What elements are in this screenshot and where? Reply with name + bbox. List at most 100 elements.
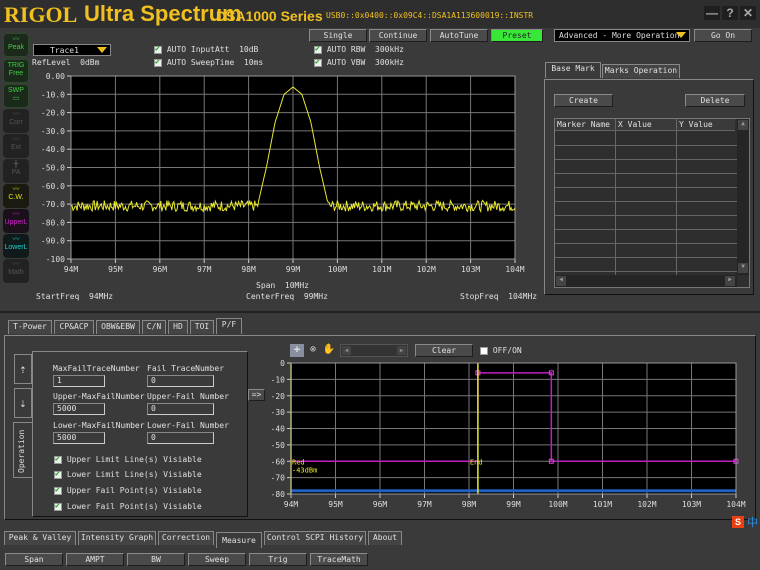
- auto-sweeptime[interactable]: AUTO SweepTime 10ms: [154, 57, 263, 67]
- scroll-left-icon[interactable]: ◀: [342, 346, 351, 355]
- continue-button[interactable]: Continue: [369, 29, 427, 42]
- button-ampt[interactable]: AMPT: [66, 553, 124, 566]
- tab-base-mark[interactable]: Base Mark: [545, 62, 601, 78]
- y-tick-label: 0.00: [46, 72, 65, 81]
- button-span[interactable]: Span: [5, 553, 63, 566]
- bottom-tab-intensity-graph[interactable]: Intensity Graph: [78, 531, 156, 545]
- marker-table[interactable]: Marker Name X Value Y Value ▲ ▼ ◀ ▶: [554, 118, 750, 288]
- y-tick-label: -10.0: [41, 90, 65, 99]
- vertical-scrollbar[interactable]: ▲ ▼: [737, 119, 749, 275]
- advanced-dropdown[interactable]: Advanced - More Operation: [554, 29, 690, 42]
- horizontal-scrollbar[interactable]: ◀ ▶: [555, 275, 737, 287]
- lower-fail-checkbox[interactable]: [54, 501, 62, 511]
- tab-obw-ebw[interactable]: OBW&EBW: [96, 320, 140, 334]
- ime-icon[interactable]: S: [732, 516, 744, 528]
- off-on-toggle[interactable]: OFF/ON: [480, 346, 522, 355]
- bottom-tab-correction[interactable]: Correction: [158, 531, 214, 545]
- fail-trace-field: 0: [147, 375, 214, 387]
- autotune-button[interactable]: AutoTune: [430, 29, 488, 42]
- table-row-divider: [555, 187, 737, 188]
- tab-operation[interactable]: Operation: [13, 422, 33, 478]
- close-button[interactable]: ✕: [740, 6, 756, 20]
- peak-icon[interactable]: 〰 Peak: [3, 33, 29, 57]
- scroll-right-icon[interactable]: ▶: [397, 346, 406, 355]
- auto-vbw-checkbox[interactable]: [314, 57, 322, 67]
- y-tick-label: -40.0: [41, 145, 65, 154]
- col-y-value[interactable]: Y Value: [679, 120, 713, 129]
- lower-limit-visible[interactable]: Lower Limit Line(s) Visiable: [54, 469, 202, 479]
- lower-limit-checkbox[interactable]: [54, 469, 62, 479]
- y-tick-label: -80.0: [41, 218, 65, 227]
- upper-max-fail-field[interactable]: 5000: [53, 403, 105, 415]
- center-freq-readout: CenterFreq 99MHz: [246, 292, 328, 301]
- preset-button[interactable]: Preset: [491, 29, 543, 42]
- tab-t-power[interactable]: T-Power: [8, 320, 52, 334]
- help-button[interactable]: ?: [722, 6, 738, 20]
- x-tick-label: 104M: [726, 500, 745, 509]
- col-marker-name[interactable]: Marker Name: [557, 120, 610, 129]
- delete-button[interactable]: Delete: [685, 94, 745, 107]
- max-fail-trace-label: MaxFailTraceNumber: [53, 364, 140, 373]
- create-button[interactable]: Create: [554, 94, 613, 107]
- tab-c-n[interactable]: C/N: [142, 320, 166, 334]
- upper-fail-checkbox[interactable]: [54, 485, 62, 495]
- trace-select[interactable]: Trace1: [33, 44, 111, 56]
- x-tick-label: 97M: [417, 500, 432, 509]
- crosshair-tool-icon[interactable]: ✛: [290, 344, 304, 357]
- scroll-right-icon[interactable]: ▶: [725, 276, 735, 286]
- ime-lang-icon[interactable]: 中: [747, 514, 758, 530]
- auto-sweeptime-checkbox[interactable]: [154, 57, 162, 67]
- bottom-tab-peak-valley[interactable]: Peak & Valley: [4, 531, 76, 545]
- lower-fail-visible[interactable]: Lower Fail Point(s) Visiable: [54, 501, 202, 511]
- cursor-scroll[interactable]: ◀ ▶: [340, 344, 408, 357]
- move-down-button[interactable]: ⇣: [14, 388, 32, 418]
- move-up-button[interactable]: ⇡: [14, 354, 32, 384]
- minimize-button[interactable]: —: [704, 6, 720, 20]
- lower-max-fail-field[interactable]: 5000: [53, 432, 105, 444]
- auto-vbw[interactable]: AUTO VBW 300kHz: [314, 57, 404, 67]
- x-tick-label: 102M: [637, 500, 656, 509]
- scroll-up-icon[interactable]: ▲: [738, 120, 748, 130]
- col-x-value[interactable]: X Value: [618, 120, 652, 129]
- off-on-checkbox[interactable]: [480, 346, 488, 355]
- bottom-tab-measure[interactable]: Measure: [216, 532, 262, 548]
- spectrum-chart[interactable]: 0.00 -10.0 -20.0 -30.0 -40.0 -50.0 -60.0 -70.0 -…: [0, 68, 540, 278]
- auto-rbw[interactable]: AUTO RBW 300kHz: [314, 44, 404, 54]
- single-button[interactable]: Single: [309, 29, 367, 42]
- tab-hd[interactable]: HD: [168, 320, 188, 334]
- marker-end-label: End: [470, 458, 483, 466]
- upper-limit-checkbox[interactable]: [54, 454, 62, 464]
- auto-inputatt-checkbox[interactable]: [154, 44, 162, 54]
- chevron-down-icon: [97, 47, 107, 53]
- bottom-tab-about[interactable]: About: [368, 531, 402, 545]
- button-bw[interactable]: BW: [127, 553, 185, 566]
- y-tick-label: -70.0: [41, 200, 65, 209]
- max-fail-trace-field[interactable]: 1: [53, 375, 105, 387]
- marker-table-header: Marker Name X Value Y Value: [555, 119, 735, 131]
- button-tracemath[interactable]: TraceMath: [310, 553, 368, 566]
- table-row-divider: [555, 215, 737, 216]
- zoom-tool-icon[interactable]: ⊗: [306, 344, 320, 357]
- scroll-down-icon[interactable]: ▼: [738, 263, 748, 273]
- button-sweep[interactable]: Sweep: [188, 553, 246, 566]
- x-tick-label: 94M: [284, 500, 299, 509]
- tab-marks-operation[interactable]: Marks Operation: [602, 64, 680, 78]
- bottom-tab-control-scpi-history[interactable]: Control SCPI History: [264, 531, 366, 545]
- auto-rbw-checkbox[interactable]: [314, 44, 322, 54]
- tab-p-f[interactable]: P/F: [216, 318, 242, 334]
- pf-chart[interactable]: 0 -10 -20 -30 -40 -50 -60 -70 -8094M 95M 96M 97M 98M…: [262, 358, 758, 516]
- upper-fail-visible[interactable]: Upper Fail Point(s) Visiable: [54, 485, 202, 495]
- clear-button[interactable]: Clear: [415, 344, 473, 357]
- tab-toi[interactable]: TOI: [190, 320, 214, 334]
- pan-hand-icon[interactable]: ✋: [322, 344, 336, 357]
- table-row-divider: [555, 257, 737, 258]
- go-on-button[interactable]: Go On: [694, 29, 752, 42]
- button-trig[interactable]: Trig: [249, 553, 307, 566]
- table-row-divider: [555, 201, 737, 202]
- tab-cp-acp[interactable]: CP&ACP: [54, 320, 94, 334]
- scroll-left-icon[interactable]: ◀: [556, 276, 566, 286]
- auto-inputatt[interactable]: AUTO InputAtt 10dB: [154, 44, 258, 54]
- visa-address: USB0::0x0400::0x09C4::DSA1A113600019::IN…: [326, 11, 534, 20]
- upper-limit-visible[interactable]: Upper Limit Line(s) Visiable: [54, 454, 202, 464]
- advanced-dropdown-label: Advanced - More Operation: [559, 31, 680, 40]
